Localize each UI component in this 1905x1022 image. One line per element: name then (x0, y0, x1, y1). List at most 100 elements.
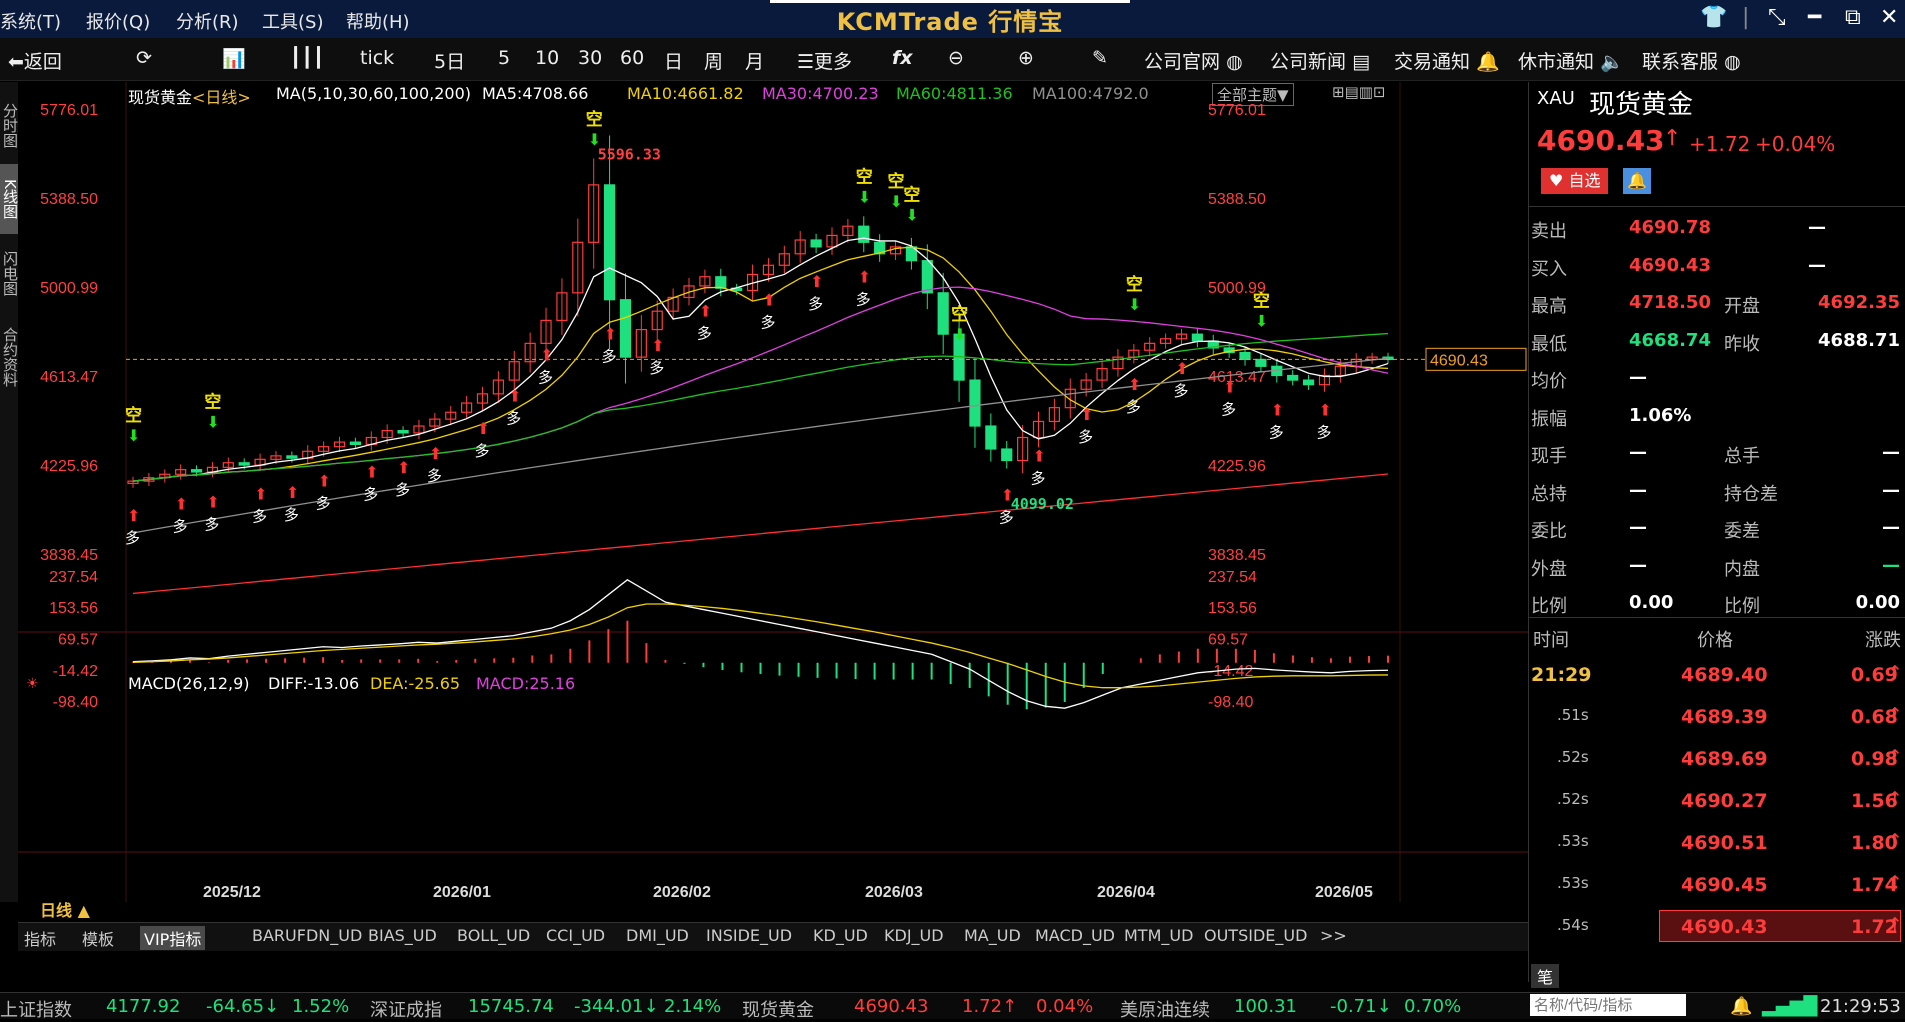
long-arrow-icon: ⬆ (318, 472, 331, 491)
period-5d[interactable]: 5日 (434, 47, 465, 74)
tick-tab-trades[interactable]: 笔 (1531, 964, 1560, 988)
index-name[interactable]: 深证成指 (370, 996, 442, 1022)
more-button[interactable]: ☰更多 (797, 47, 852, 74)
up-arrow-icon: ↑ (1887, 830, 1903, 852)
quote-field-value: 4718.50 (1629, 292, 1711, 313)
quote-field-value: 4690.43 (1629, 254, 1711, 276)
period-week[interactable]: 周 (704, 47, 723, 74)
notification-bell-icon[interactable]: 🔔 (1730, 996, 1752, 1017)
indicator-tab[interactable]: BIAS_UD (368, 926, 437, 945)
link-company-site[interactable]: 公司官网 ◍ (1144, 47, 1243, 74)
link-support[interactable]: 联系客服 ◍ (1642, 47, 1741, 74)
draw-pen-icon[interactable]: ✎ (1092, 47, 1108, 69)
zoom-out-icon[interactable]: ⊖ (948, 47, 964, 69)
tab-time-chart[interactable]: 分时图 (0, 90, 19, 160)
close-icon[interactable]: ✕ (1880, 5, 1898, 30)
long-arrow-icon: ⬆ (508, 387, 521, 406)
menu-lines-icon: ☰ (797, 51, 815, 73)
chart-type-icon[interactable]: 📊 (222, 47, 246, 70)
quote-code: XAU (1537, 88, 1575, 109)
index-name[interactable]: 美原油连续 (1120, 996, 1210, 1022)
short-signal: 空 (1253, 290, 1270, 311)
candle-body (1191, 333, 1203, 342)
indicator-tab[interactable]: BOLL_UD (457, 926, 530, 945)
candle-icon[interactable]: ┃┃┃ (290, 47, 324, 69)
quote-row: 最低 4668.74 昨收 4688.71 (1529, 323, 1905, 360)
tab-contract-info[interactable]: 合约资料 (0, 312, 19, 402)
favorite-button[interactable]: ♥ 自选 (1541, 168, 1609, 194)
kline-chart[interactable]: 5776.01 5776.015388.50 5388.505000.99 5000.… (18, 82, 1528, 902)
long-arrow-icon: ⬆ (1318, 401, 1331, 420)
tick-time: .53s (1557, 832, 1589, 850)
menu-help[interactable]: 帮助(H) (346, 8, 410, 34)
tab-flash-chart[interactable]: 闪电图 (0, 238, 19, 308)
indicator-tab[interactable]: DMI_UD (626, 926, 689, 945)
period-day[interactable]: 日 (664, 47, 683, 74)
tick-price: 4690.27 (1681, 790, 1768, 812)
minimize-icon[interactable]: ━ (1808, 5, 1821, 30)
y-tick-label: 5388.50 (1208, 191, 1266, 208)
indicator-tab[interactable]: MA_UD (964, 926, 1021, 945)
period-30[interactable]: 30 (578, 47, 602, 69)
link-company-news[interactable]: 公司新闻 ▤ (1270, 47, 1370, 74)
menu-quote[interactable]: 报价(Q) (86, 8, 150, 34)
indicator-tab[interactable]: BARUFDN_UD (252, 926, 362, 945)
index-name[interactable]: 上证指数 (0, 996, 72, 1022)
indicator-tab[interactable]: 指标 (24, 926, 56, 950)
y-tick-label: 5388.50 (40, 191, 98, 208)
menu-analysis[interactable]: 分析(R) (176, 8, 239, 34)
long-signal: 多 (363, 486, 378, 504)
indicator-tab[interactable]: VIP指标 (140, 926, 206, 950)
macd-diff-line (132, 579, 1389, 709)
back-button[interactable]: ⬅返回 (8, 47, 62, 74)
candle-body (715, 276, 727, 289)
bell-icon: 🔔 (1476, 51, 1500, 73)
restore-icon[interactable]: ⧉ (1845, 5, 1861, 30)
fx-button[interactable]: fx (892, 47, 913, 69)
period-tick[interactable]: tick (360, 47, 394, 69)
alert-bell-icon[interactable]: 🔔 (1623, 168, 1651, 194)
long-arrow-icon: ⬆ (365, 463, 378, 482)
long-signal: 多 (538, 368, 553, 386)
menu-tools[interactable]: 工具(S) (262, 8, 323, 34)
ma-line-200 (132, 473, 1389, 595)
indicator-tab[interactable]: 模板 (82, 926, 114, 950)
indicator-tab[interactable]: KDJ_UD (884, 926, 944, 945)
indicator-tab[interactable]: CCI_UD (546, 926, 605, 945)
indicator-tab[interactable]: OUTSIDE_UD (1204, 926, 1307, 945)
tab-kline-chart[interactable]: K线图 (0, 164, 19, 234)
macd-tick-label: -98.40 (1208, 694, 1253, 711)
indicator-tab[interactable]: >> (1320, 926, 1347, 945)
indicator-tab[interactable]: MACD_UD (1035, 926, 1115, 945)
menu-system[interactable]: 系统(T) (0, 8, 61, 34)
tick-row: 21:29 4689.40 0.69 ↑ (1529, 656, 1905, 698)
symbol-search-input[interactable] (1530, 994, 1686, 1016)
up-arrow-icon: ↑ (1887, 788, 1903, 810)
link-market-closed[interactable]: 休市通知 🔈 (1518, 47, 1624, 74)
long-arrow-icon: ⬆ (397, 458, 410, 477)
short-arrow-icon: ⬇ (1128, 295, 1141, 314)
shirt-icon[interactable]: 👕 (1700, 5, 1727, 30)
period-5[interactable]: 5 (498, 47, 510, 69)
minimize-corner-icon[interactable]: ⤡ (1768, 5, 1786, 30)
long-arrow-icon: ⬆ (858, 267, 871, 286)
quote-field-value: 0.00 (1855, 592, 1900, 613)
long-arrow-icon: ⬆ (699, 302, 712, 321)
long-signal: 多 (204, 515, 219, 533)
long-arrow-icon: ⬆ (175, 495, 188, 514)
zoom-in-icon[interactable]: ⊕ (1018, 47, 1034, 69)
period-60[interactable]: 60 (620, 47, 644, 69)
indicator-tab[interactable]: MTM_UD (1124, 926, 1193, 945)
period-10[interactable]: 10 (535, 47, 559, 69)
y-tick-label: 3838.45 (1208, 547, 1266, 564)
index-name[interactable]: 现货黄金 (742, 996, 814, 1022)
candle-body (1255, 358, 1267, 367)
refresh-icon[interactable]: ⟳ (136, 47, 152, 69)
link-trade-notice[interactable]: 交易通知 🔔 (1394, 47, 1500, 74)
indicator-tab[interactable]: KD_UD (813, 926, 868, 945)
low-annotation: 4099.02 (1011, 495, 1074, 513)
short-signal: 空 (903, 185, 920, 206)
quote-field-value: 4692.35 (1818, 292, 1900, 313)
indicator-tab[interactable]: INSIDE_UD (706, 926, 792, 945)
period-month[interactable]: 月 (745, 47, 764, 74)
